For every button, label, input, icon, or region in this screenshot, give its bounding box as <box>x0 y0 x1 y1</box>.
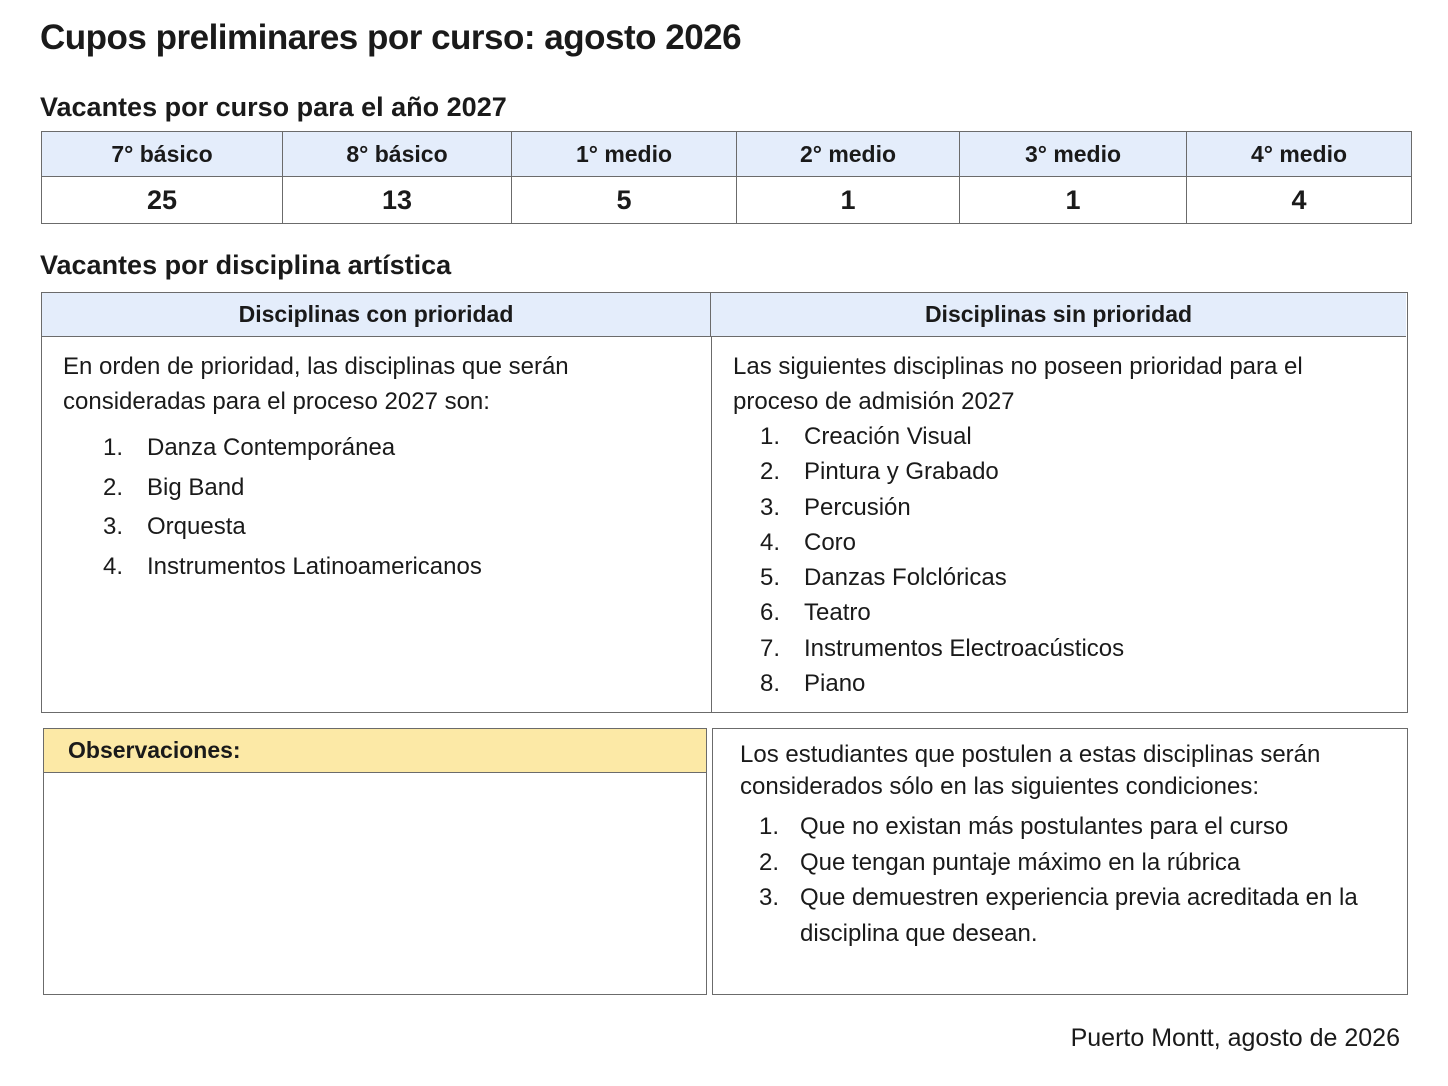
priority-list: 1. Danza Contemporánea 2. Big Band 3. Orque… <box>103 428 683 586</box>
footer-location-date: Puerto Montt, agosto de 2026 <box>1070 1024 1400 1052</box>
list-item: 2. Que tengan puntaje máximo en la rúbric… <box>759 845 1380 881</box>
conditions-list: 1. Que no existan más postulantes para el… <box>759 809 1380 951</box>
list-number: 2. <box>760 458 781 486</box>
discipline-name: Danzas Folclóricas <box>804 564 1007 592</box>
courses-values-row: 25 13 5 1 1 4 <box>41 176 1412 224</box>
list-item: 8. Piano <box>760 666 1383 701</box>
no-priority-column: Las siguientes disciplinas no poseen pri… <box>733 349 1383 701</box>
list-number: 6. <box>760 599 781 627</box>
course-vacancies: 5 <box>511 176 737 224</box>
observations-box: Observaciones: <box>43 728 707 995</box>
disciplines-section-title: Vacantes por disciplina artística <box>40 250 452 280</box>
courses-header-row: 7° básico 8° básico 1° medio 2° medio 3°… <box>41 131 1412 177</box>
discipline-name: Piano <box>804 670 866 698</box>
course-vacancies: 13 <box>282 176 512 224</box>
list-number: 4. <box>760 528 781 556</box>
observations-header: Observaciones: <box>44 729 706 773</box>
condition-text: Que no existan más postulantes para el c… <box>800 813 1289 840</box>
priority-column: En orden de prioridad, las disciplinas q… <box>63 349 683 586</box>
list-item: 2. Pintura y Grabado <box>760 454 1383 489</box>
list-item: 1. Creación Visual <box>760 419 1383 454</box>
courses-section-title: Vacantes por curso para el año 2027 <box>40 92 507 122</box>
list-item: 5. Danzas Folclóricas <box>760 560 1383 595</box>
conditions-intro: Los estudiantes que postulen a estas dis… <box>740 741 1321 800</box>
list-number: 8. <box>760 670 781 698</box>
no-priority-header: Disciplinas sin prioridad <box>711 293 1406 337</box>
list-number: 1. <box>759 813 780 840</box>
discipline-name: Coro <box>804 528 857 556</box>
list-item: 3. Percusión <box>760 490 1383 525</box>
disciplines-table: Disciplinas con prioridad Disciplinas si… <box>41 292 1408 713</box>
list-number: 1. <box>103 434 124 461</box>
discipline-name: Danza Contemporánea <box>147 434 396 461</box>
discipline-name: Big Band <box>147 473 245 501</box>
course-vacancies: 25 <box>41 176 283 224</box>
list-number: 2. <box>103 473 124 501</box>
course-header: 7° básico <box>41 131 283 177</box>
course-header: 1° medio <box>511 131 737 177</box>
discipline-name: Instrumentos Latinoamericanos <box>147 552 482 580</box>
column-divider <box>711 337 712 712</box>
list-number: 3. <box>760 493 781 521</box>
condition-text: Que demuestren experiencia previa acredi… <box>800 884 1358 947</box>
course-vacancies: 4 <box>1186 176 1412 224</box>
courses-table: 7° básico 8° básico 1° medio 2° medio 3°… <box>41 131 1412 224</box>
course-header: 8° básico <box>282 131 512 177</box>
list-item: 6. Teatro <box>760 595 1383 630</box>
no-priority-list: 1. Creación Visual 2. Pintura y Grabado 3.… <box>760 419 1383 701</box>
discipline-name: Creación Visual <box>804 423 972 450</box>
list-item: 3. Que demuestren experiencia previa acre… <box>759 880 1380 951</box>
list-item: 1. Danza Contemporánea <box>103 428 683 468</box>
discipline-name: Instrumentos Electroacústicos <box>804 634 1125 662</box>
conditions-content: Los estudiantes que postulen a estas dis… <box>740 739 1380 951</box>
condition-text: Que tengan puntaje máximo en la rúbrica <box>800 848 1241 876</box>
course-header: 4° medio <box>1186 131 1412 177</box>
list-number: 1. <box>760 423 781 450</box>
discipline-name: Orquesta <box>147 513 246 540</box>
list-item: 7. Instrumentos Electroacústicos <box>760 631 1383 666</box>
list-number: 4. <box>103 552 124 580</box>
list-item: 4. Instrumentos Latinoamericanos <box>103 547 683 587</box>
list-item: 1. Que no existan más postulantes para el… <box>759 809 1380 845</box>
list-item: 4. Coro <box>760 525 1383 560</box>
list-number: 2. <box>759 848 780 876</box>
list-number: 7. <box>760 634 781 662</box>
priority-intro: En orden de prioridad, las disciplinas q… <box>63 353 569 415</box>
list-item: 2. Big Band <box>103 468 683 508</box>
course-vacancies: 1 <box>959 176 1187 224</box>
list-number: 5. <box>760 564 781 592</box>
discipline-name: Percusión <box>804 493 911 521</box>
list-number: 3. <box>759 884 780 911</box>
discipline-name: Pintura y Grabado <box>804 458 999 486</box>
discipline-name: Teatro <box>804 599 871 627</box>
page-title: Cupos preliminares por curso: agosto 202… <box>40 18 742 57</box>
course-header: 2° medio <box>736 131 960 177</box>
list-number: 3. <box>103 513 124 540</box>
no-priority-intro: Las siguientes disciplinas no poseen pri… <box>733 353 1303 415</box>
course-vacancies: 1 <box>736 176 960 224</box>
course-header: 3° medio <box>959 131 1187 177</box>
priority-header: Disciplinas con prioridad <box>42 293 711 337</box>
conditions-box: Los estudiantes que postulen a estas dis… <box>712 728 1408 995</box>
list-item: 3. Orquesta <box>103 507 683 547</box>
